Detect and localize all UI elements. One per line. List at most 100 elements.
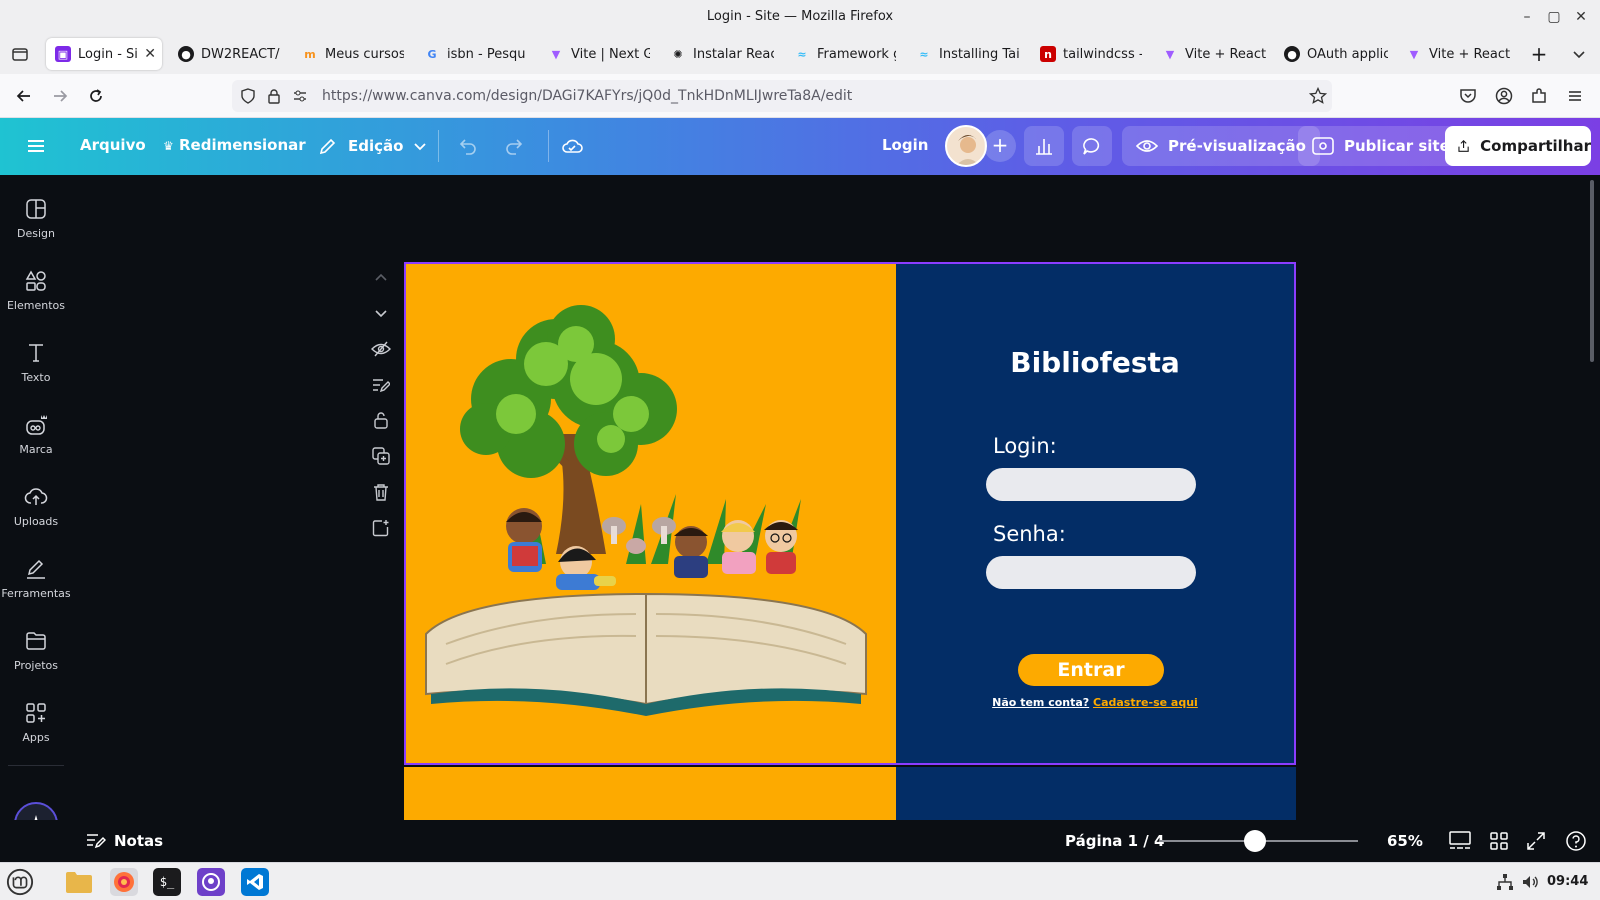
tab-login-site[interactable]: ▣ Login - Site ✕: [46, 38, 162, 70]
volume-icon[interactable]: [1518, 870, 1542, 894]
sidebar-item-projects[interactable]: Projetos: [0, 629, 72, 689]
network-icon[interactable]: [1493, 870, 1517, 894]
maximize-icon[interactable]: ▢: [1545, 8, 1563, 26]
duplicate-page-icon[interactable]: [370, 445, 392, 467]
book-tree-kids-illustration: [425, 305, 867, 716]
insights-button[interactable]: [1024, 126, 1064, 166]
list-tabs-icon[interactable]: [1567, 42, 1591, 66]
add-collaborator-icon[interactable]: +: [984, 130, 1016, 162]
tab-npm[interactable]: n tailwindcss - n: [1040, 38, 1142, 70]
sidebar-item-tools[interactable]: Ferramentas: [0, 557, 72, 617]
tab-google[interactable]: G isbn - Pesquis: [424, 38, 526, 70]
sidebar-item-uploads[interactable]: Uploads: [0, 485, 72, 545]
sidebar-item-brand[interactable]: Marca: [0, 413, 72, 473]
vscode-icon[interactable]: [241, 868, 269, 896]
tab-label: Installing Tail: [939, 46, 1020, 62]
url-bar[interactable]: https://www.canva.com/design/DAGi7KAFYrs…: [232, 80, 1332, 112]
redo-icon[interactable]: [502, 134, 526, 158]
zoom-slider-handle[interactable]: [1244, 830, 1266, 852]
shield-icon[interactable]: [236, 84, 260, 108]
tab-vite[interactable]: ▼ Vite | Next Ge: [548, 38, 650, 70]
delete-page-icon[interactable]: [370, 481, 392, 503]
firefox-icon[interactable]: [110, 868, 138, 896]
page-indicator[interactable]: Página 1 / 4: [1065, 832, 1164, 850]
tab-oauth[interactable]: ● OAuth applic: [1284, 38, 1388, 70]
clock[interactable]: 09:44: [1547, 874, 1588, 889]
preview-button[interactable]: Pré-visualização: [1122, 126, 1320, 166]
password-field[interactable]: [986, 556, 1196, 589]
file-menu[interactable]: Arquivo: [80, 136, 146, 154]
zoom-level[interactable]: 65%: [1387, 832, 1423, 850]
bar-chart-icon: [1036, 139, 1052, 155]
share-button[interactable]: Compartilhar: [1445, 126, 1591, 166]
hamburger-menu-icon[interactable]: [24, 134, 48, 158]
fullscreen-icon[interactable]: [1524, 829, 1548, 853]
signup-link[interactable]: Cadastre-se aqui: [1093, 696, 1198, 709]
resize-label: Redimensionar: [179, 136, 306, 154]
page-up-icon[interactable]: [370, 267, 392, 289]
terminal-icon[interactable]: $_: [153, 868, 181, 896]
publish-site-button[interactable]: Publicar site: [1298, 126, 1464, 166]
sidebar-item-elements[interactable]: Elementos: [0, 269, 72, 329]
lock-icon[interactable]: [262, 84, 286, 108]
files-icon[interactable]: [65, 868, 93, 896]
page-view-icon[interactable]: [1448, 829, 1472, 853]
close-tab-icon[interactable]: ✕: [144, 46, 156, 62]
firefox-view-icon[interactable]: [8, 42, 32, 66]
extensions-icon[interactable]: [1527, 84, 1551, 108]
lock-page-icon[interactable]: [370, 409, 392, 431]
tab-moodle[interactable]: m Meus cursos |: [302, 38, 404, 70]
enter-button[interactable]: Entrar: [1018, 654, 1164, 686]
tab-openai[interactable]: ✺ Instalar React: [670, 38, 774, 70]
cloud-save-icon[interactable]: [560, 134, 584, 158]
mint-menu-icon[interactable]: [6, 868, 34, 896]
grid-view-icon[interactable]: [1487, 829, 1511, 853]
minimize-icon[interactable]: –: [1518, 8, 1536, 26]
add-page-icon[interactable]: [370, 517, 392, 539]
tab-tailwind[interactable]: ≈ Framework g: [794, 38, 896, 70]
edit-mode-dropdown[interactable]: Edição: [318, 136, 427, 156]
help-icon[interactable]: [1564, 829, 1588, 853]
tab-github[interactable]: ● DW2REACT/s: [178, 38, 280, 70]
page-down-icon[interactable]: [370, 302, 392, 324]
github-icon: ●: [1284, 46, 1300, 62]
menu-icon[interactable]: [1563, 84, 1587, 108]
comments-button[interactable]: [1072, 126, 1112, 166]
toolbar-divider: [438, 130, 439, 162]
forward-icon[interactable]: [48, 84, 72, 108]
login-panel: Bibliofesta Login: Senha: Entrar Não tem…: [896, 264, 1294, 763]
pocket-icon[interactable]: [1456, 84, 1480, 108]
tab-label: Meus cursos |: [325, 46, 404, 62]
sidebar-item-label: Projetos: [13, 659, 59, 672]
design-page[interactable]: Bibliofesta Login: Senha: Entrar Não tem…: [404, 262, 1296, 765]
avatar[interactable]: [945, 125, 987, 167]
notes-button[interactable]: Notas: [86, 832, 163, 850]
account-icon[interactable]: [1492, 84, 1516, 108]
sidebar-item-apps[interactable]: Apps: [0, 701, 72, 761]
bookmark-star-icon[interactable]: [1306, 84, 1330, 108]
tab-tailwind-install[interactable]: ≈ Installing Tail: [916, 38, 1020, 70]
undo-icon[interactable]: [456, 134, 480, 158]
sidebar-item-label: Uploads: [13, 515, 59, 528]
back-icon[interactable]: [12, 84, 36, 108]
hide-page-icon[interactable]: [370, 338, 392, 360]
login-link[interactable]: Login: [882, 136, 928, 154]
page-notes-icon[interactable]: [370, 374, 392, 396]
tab-vite-react[interactable]: ▼ Vite + React: [1162, 38, 1266, 70]
reload-icon[interactable]: [84, 84, 108, 108]
new-tab-icon[interactable]: +: [1527, 42, 1551, 66]
resize-button[interactable]: ♛ Redimensionar: [163, 136, 306, 154]
permissions-icon[interactable]: [288, 84, 312, 108]
design-page-2[interactable]: [404, 767, 1296, 820]
github-desktop-icon[interactable]: [197, 868, 225, 896]
login-field[interactable]: [986, 468, 1196, 501]
canvas-scrollbar[interactable]: [1590, 180, 1594, 362]
tab-label: OAuth applic: [1307, 46, 1388, 62]
sidebar-item-text[interactable]: Texto: [0, 341, 72, 401]
window-title: Login - Site — Mozilla Firefox: [706, 9, 894, 24]
sidebar-item-design[interactable]: Design: [0, 197, 72, 257]
canva-sidebar: Design Elementos Texto Marca Uploads Fer…: [0, 175, 72, 820]
publish-label: Publicar site: [1344, 137, 1450, 155]
tab-vite-react-2[interactable]: ▼ Vite + React: [1406, 38, 1510, 70]
close-window-icon[interactable]: ✕: [1572, 8, 1590, 26]
